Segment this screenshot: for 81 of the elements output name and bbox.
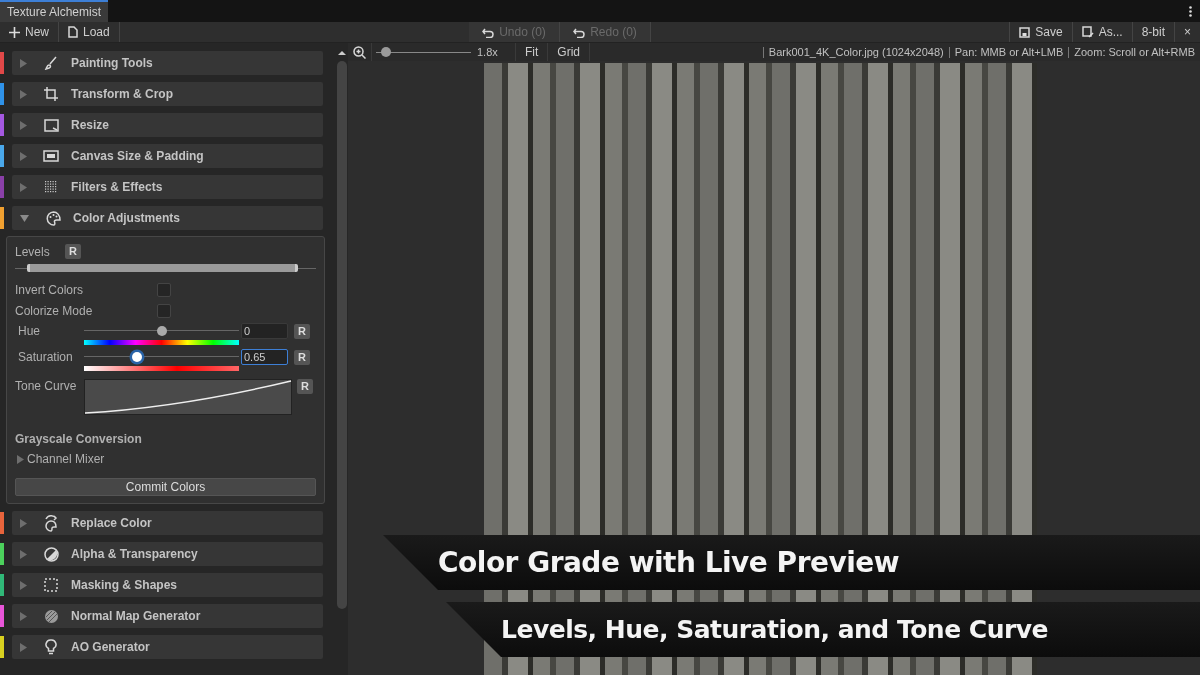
- zoom-slider[interactable]: [376, 46, 471, 58]
- section-header[interactable]: Masking & Shapes: [12, 573, 323, 597]
- status-text: Zoom: Scroll or Alt+RMB: [1068, 46, 1200, 58]
- slider-track[interactable]: [84, 349, 239, 365]
- section-header[interactable]: AO Generator: [12, 635, 323, 659]
- commit-button[interactable]: Commit Colors: [15, 478, 316, 496]
- resize-icon: [43, 118, 59, 132]
- checkbox[interactable]: [157, 282, 171, 297]
- half-circle-icon: [43, 546, 59, 562]
- zoom-reading: 1.8x: [477, 46, 499, 58]
- brush-icon: [44, 56, 58, 70]
- toggle-label: Colorize Mode: [15, 304, 94, 319]
- section-header[interactable]: Filters & Effects: [12, 175, 323, 199]
- chevron-right-icon: [20, 642, 27, 652]
- range-slider-fill[interactable]: [27, 264, 298, 272]
- chevron-right-icon: [17, 454, 24, 464]
- chevron-right-icon: [20, 549, 27, 559]
- document-icon: [68, 26, 78, 38]
- chevron-right-icon: [20, 151, 27, 161]
- reset-button[interactable]: R: [297, 379, 313, 394]
- toolbar-button[interactable]: 8-bit: [1131, 22, 1174, 42]
- toolbar-button[interactable]: Save: [1009, 22, 1072, 42]
- subsection-toggle[interactable]: Channel Mixer: [17, 452, 316, 466]
- more-icon: [1189, 5, 1192, 17]
- tone-curve-label: Tone Curve: [15, 379, 78, 393]
- checkbox[interactable]: [157, 304, 171, 319]
- levels-label: Levels: [15, 244, 51, 259]
- toolbar-button[interactable]: New: [0, 22, 59, 42]
- crop-icon: [44, 87, 58, 101]
- section-header[interactable]: Color Adjustments: [12, 206, 323, 230]
- save-icon: [1019, 26, 1031, 38]
- toggle-label: Invert Colors: [15, 282, 85, 297]
- view-button[interactable]: Grid: [547, 43, 589, 61]
- undo-icon: [482, 26, 495, 38]
- section-header[interactable]: Normal Map Generator: [12, 604, 323, 628]
- chevron-right-icon: [20, 182, 27, 192]
- chevron-right-icon: [20, 120, 27, 130]
- palette-arrow-icon: [43, 514, 59, 532]
- value-field[interactable]: 0.65: [241, 349, 288, 365]
- chevron-right-icon: [20, 89, 27, 99]
- section-header[interactable]: Transform & Crop: [12, 82, 323, 106]
- view-button[interactable]: Fit: [515, 43, 548, 61]
- dot-grid-icon: [45, 181, 57, 193]
- reset-button[interactable]: R: [65, 244, 81, 259]
- chevron-right-icon: [20, 611, 27, 621]
- zoom-in-icon: [353, 45, 366, 59]
- caption-banner: Color Grade with Live Preview: [383, 535, 1200, 590]
- toolbar-button[interactable]: Load: [59, 22, 120, 42]
- slider-thumb[interactable]: [156, 326, 167, 336]
- status-text: Bark001_4K_Color.jpg (1024x2048): [762, 46, 949, 58]
- section-header[interactable]: Resize: [12, 113, 323, 137]
- palette-icon: [45, 210, 61, 226]
- lightbulb-icon: [45, 639, 57, 655]
- slider-thumb[interactable]: [380, 47, 391, 57]
- frame-icon: [43, 150, 59, 162]
- value-field[interactable]: 0: [241, 323, 288, 339]
- section-header[interactable]: Painting Tools: [12, 51, 323, 75]
- tone-curve-graph[interactable]: [84, 379, 292, 415]
- chevron-right-icon: [20, 58, 27, 68]
- slider-thumb[interactable]: [131, 352, 142, 362]
- plus-icon: [9, 26, 20, 38]
- section-header[interactable]: Canvas Size & Padding: [12, 144, 323, 168]
- chevron-down-icon: [20, 214, 29, 222]
- undo-icon: [573, 26, 586, 38]
- chevron-right-icon: [20, 518, 27, 528]
- toolbar-button[interactable]: ×: [1174, 22, 1200, 42]
- hatched-circle-icon: [43, 608, 59, 624]
- reset-button[interactable]: R: [294, 323, 310, 339]
- section-header[interactable]: Alpha & Transparency: [12, 542, 323, 566]
- reset-button[interactable]: R: [294, 349, 310, 365]
- section-subheading: Grayscale Conversion: [15, 432, 143, 446]
- toolbar-button[interactable]: As...: [1071, 22, 1132, 42]
- caption-banner: Levels, Hue, Saturation, and Tone Curve: [446, 602, 1200, 657]
- slider-label: Saturation: [17, 350, 74, 364]
- window-title: Texture Alchemist: [0, 0, 109, 22]
- status-text: Pan: MMB or Alt+LMB: [948, 46, 1069, 58]
- section-header[interactable]: Replace Color: [12, 511, 323, 535]
- dashed-square-icon: [44, 578, 58, 592]
- slider-label: Hue: [17, 324, 41, 338]
- save-as-icon: [1081, 26, 1094, 38]
- chevron-right-icon: [20, 580, 27, 590]
